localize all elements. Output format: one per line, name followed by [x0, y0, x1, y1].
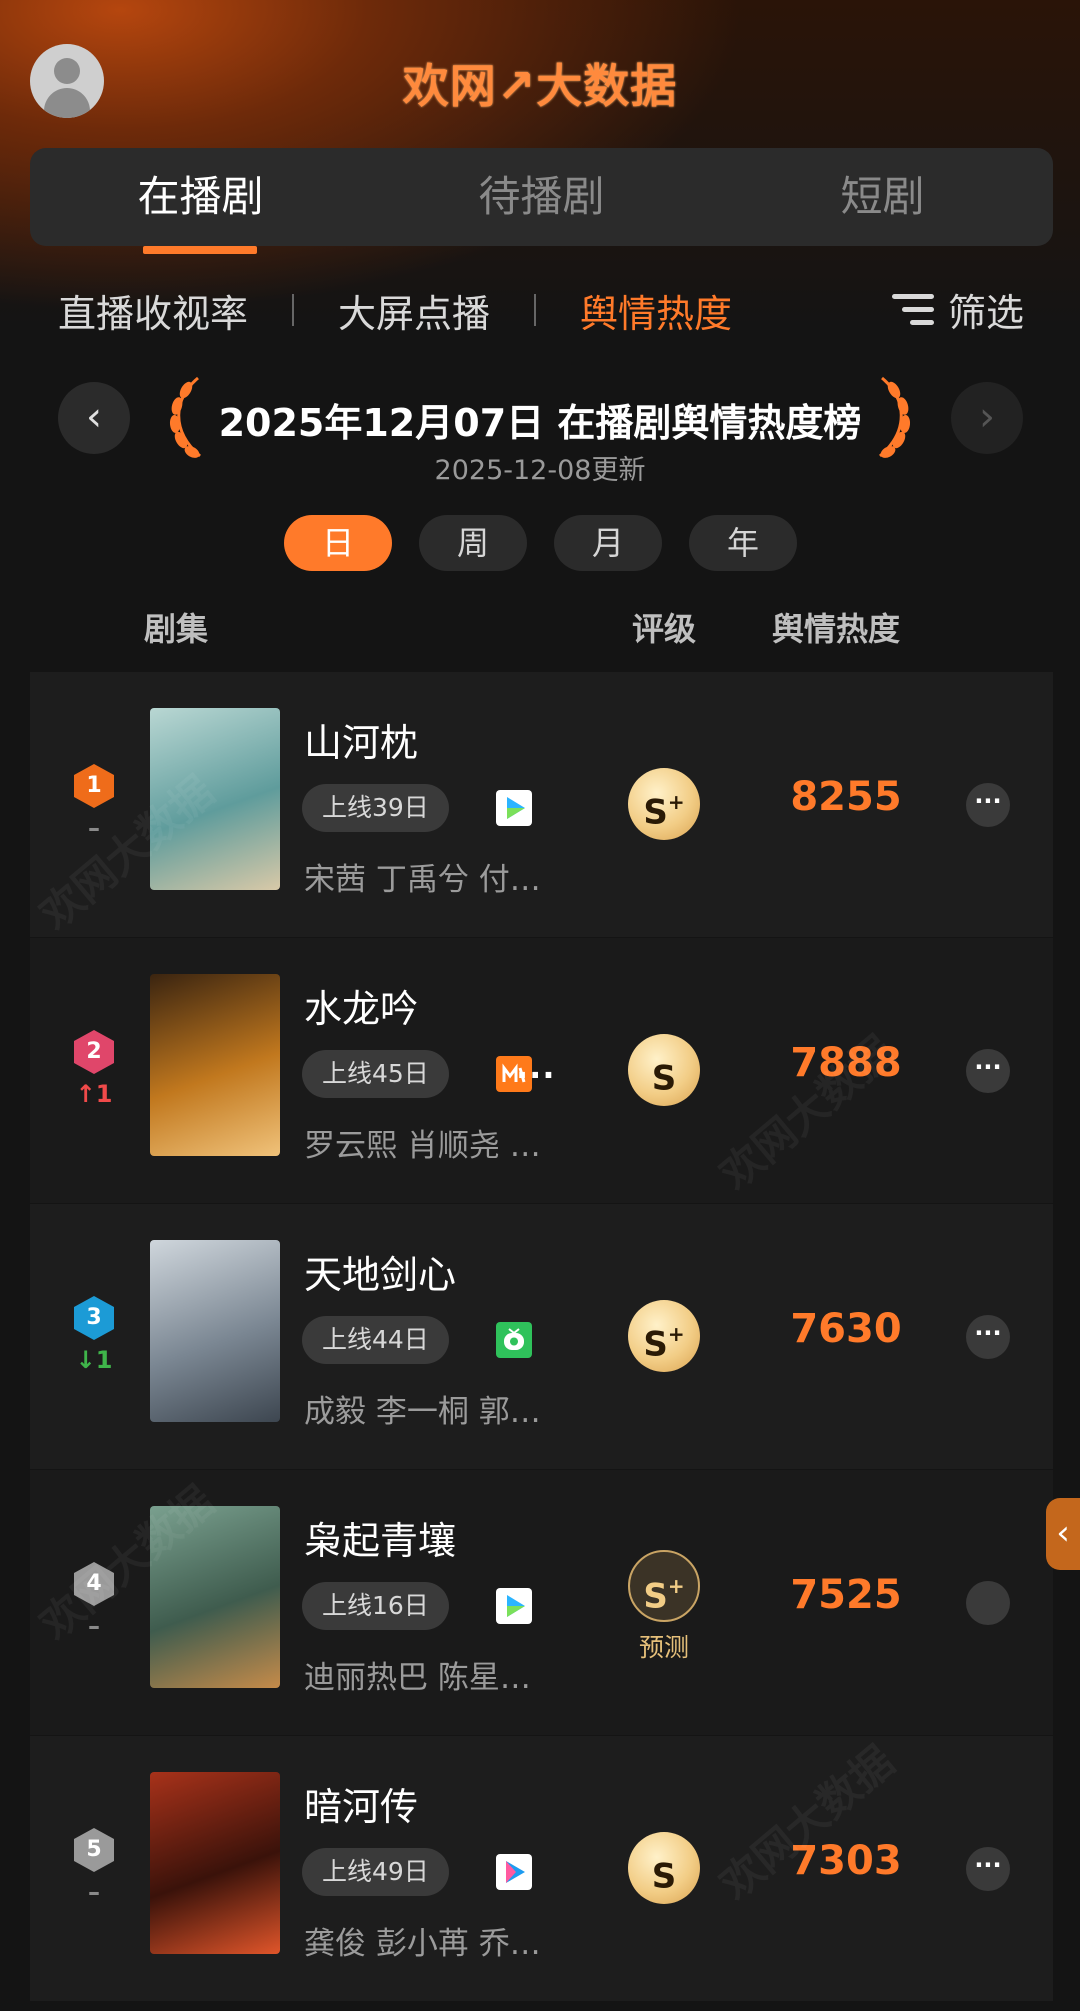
play-triangle-icon: [496, 1588, 532, 1624]
grade-letter: S: [643, 792, 668, 833]
drama-poster[interactable]: [150, 1240, 280, 1422]
predict-label: 预测: [638, 1633, 689, 1662]
days-online-badge: 上线45日: [302, 1050, 449, 1098]
days-online-badge: 上线39日: [302, 784, 449, 832]
drama-title[interactable]: 暗河传: [304, 1776, 418, 1831]
rank-change: ↓1: [75, 1346, 113, 1374]
rank-badge: 5: [74, 1828, 114, 1872]
tab-airing[interactable]: 在播剧: [30, 148, 371, 254]
filter-lines-icon: [891, 292, 934, 328]
heat-value: 8255: [790, 774, 902, 820]
main-tab-bar: 在播剧 待播剧 短剧: [30, 148, 1053, 254]
drama-poster[interactable]: [150, 1772, 280, 1954]
cast-list: 宋茜 丁禹兮 付…: [304, 862, 541, 898]
tab-live-ratings[interactable]: 直播收视率: [58, 283, 248, 338]
period-tab-bar: 日 周 月 年: [284, 515, 824, 571]
tab-day[interactable]: 日: [284, 515, 392, 571]
grade-badge: S: [628, 1034, 700, 1106]
drama-title[interactable]: 水龙吟: [304, 978, 418, 1033]
tab-big-screen-vod[interactable]: 大屏点播: [338, 283, 490, 338]
ranking-list: 1– 山河枕 上线39日 宋茜 丁禹兮 付… S+ 8255 ··· 2 ↑1 水龙吟 上线45日.…: [30, 672, 1053, 2002]
more-options-icon[interactable]: ···: [966, 1049, 1010, 1093]
column-header-series: 剧集: [144, 610, 209, 648]
rank-badge: 3: [74, 1296, 114, 1340]
youku-icon: [496, 1854, 532, 1890]
rank-badge: 1: [74, 764, 114, 808]
drama-title[interactable]: 天地剑心: [304, 1244, 456, 1299]
more-options-icon[interactable]: ···: [966, 1847, 1010, 1891]
drama-title[interactable]: 山河枕: [304, 712, 418, 767]
cast-list: 迪丽热巴 陈星…: [304, 1660, 531, 1696]
tab-upcoming[interactable]: 待播剧: [371, 148, 712, 246]
filter-label: 筛选: [947, 291, 1024, 335]
rank-badge: 2: [74, 1030, 114, 1074]
grade-letter: S: [651, 1058, 677, 1099]
more-options-icon[interactable]: ···: [966, 783, 1010, 827]
grade-plus: +: [667, 790, 685, 814]
grade-badge: S+: [628, 1300, 700, 1372]
heat-value: 7525: [790, 1572, 902, 1618]
grade-letter: S: [643, 1324, 668, 1365]
cast-list: 罗云熙 肖顺尧 …: [304, 1128, 541, 1164]
cast-list: 龚俊 彭小苒 乔…: [304, 1926, 541, 1962]
drama-poster[interactable]: [150, 974, 280, 1156]
rank-change: –: [88, 1878, 100, 1906]
rank-change: ↑1: [75, 1080, 113, 1108]
tab-week[interactable]: 周: [419, 515, 527, 571]
side-drawer-handle[interactable]: ‹: [1046, 1498, 1080, 1570]
sub-tab-bar: 直播收视率 大屏点播 舆情热度: [58, 280, 732, 340]
grade-letter: S: [643, 1576, 668, 1617]
laurel-right-icon: [879, 376, 911, 458]
days-online-badge: 上线16日: [302, 1582, 449, 1630]
more-options-icon[interactable]: ···: [966, 1315, 1010, 1359]
column-header-grade: 评级: [632, 610, 697, 648]
app-logo: 欢网↗大数据: [402, 59, 678, 113]
tab-public-opinion-heat[interactable]: 舆情热度: [580, 283, 732, 338]
ranking-row[interactable]: 3 ↓1 天地剑心 上线44日 成毅 李一桐 郭… S+ 7630 ···: [30, 1204, 1053, 1470]
drama-title[interactable]: 枭起青壤: [304, 1510, 456, 1565]
days-online-badge: 上线49日: [302, 1848, 449, 1896]
ranking-row[interactable]: 2 ↑1 水龙吟 上线45日... 罗云熙 肖顺尧 … S 7888 ···: [30, 938, 1053, 1204]
play-triangle-icon: [496, 790, 532, 826]
days-online-badge: 上线44日: [302, 1316, 449, 1364]
grade-letter: S: [651, 1856, 677, 1897]
tab-year[interactable]: 年: [689, 515, 797, 571]
grade-badge: S+: [628, 1550, 700, 1622]
iqiyi-tv-icon: [496, 1322, 532, 1358]
tab-short-drama[interactable]: 短剧: [712, 148, 1053, 246]
cast-list: 成毅 李一桐 郭…: [304, 1394, 541, 1430]
more-options-icon[interactable]: ···: [966, 1581, 1010, 1625]
grade-badge: S: [628, 1832, 700, 1904]
date-navigator: ‹ 2025年12月07日 在播剧舆情热度榜 2025-12-08更新 ›: [0, 372, 1080, 486]
filter-button[interactable]: 筛选: [891, 282, 1024, 337]
more-platforms: ...: [516, 1048, 556, 1086]
app-header: 欢网↗大数据: [0, 0, 1080, 150]
grade-plus: +: [667, 1574, 685, 1598]
heat-value: 7630: [790, 1306, 902, 1352]
grade-badge: S+: [628, 768, 700, 840]
column-header-heat: 舆情热度: [772, 610, 901, 648]
divider: [534, 294, 537, 326]
tab-month[interactable]: 月: [554, 515, 662, 571]
divider: [292, 294, 295, 326]
chevron-right-icon[interactable]: ›: [951, 382, 1023, 454]
grade-plus: +: [667, 1322, 685, 1346]
